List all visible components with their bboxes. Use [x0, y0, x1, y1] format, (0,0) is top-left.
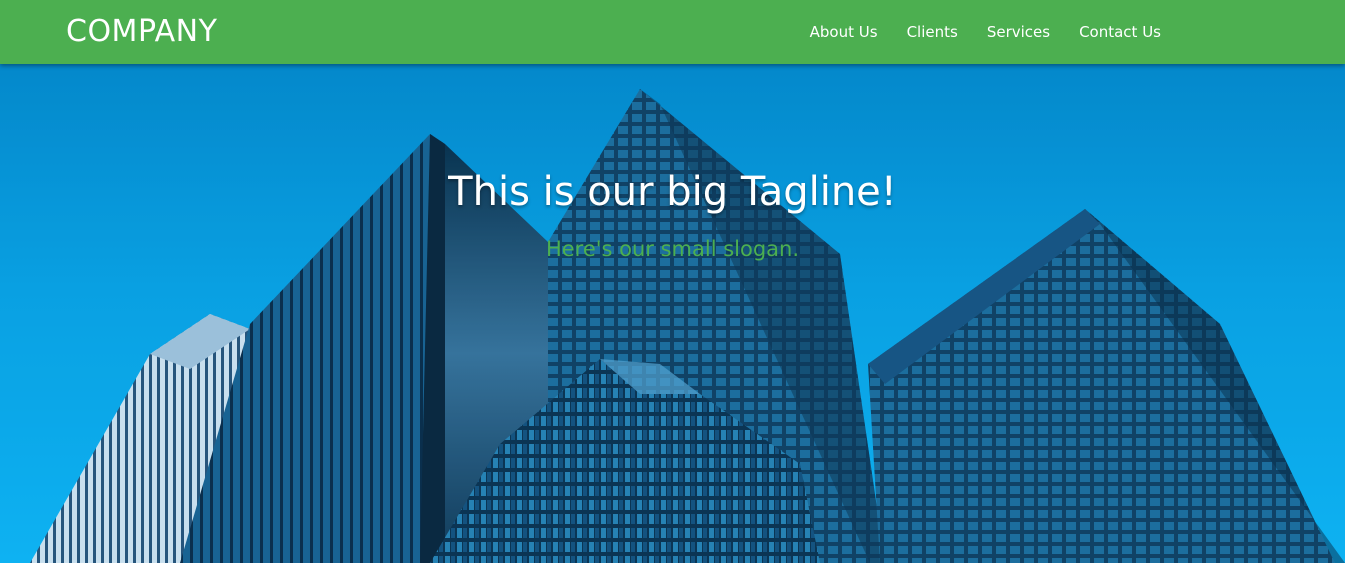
hero-slogan: Here's our small slogan. [545, 237, 800, 261]
hero-tagline: This is our big Tagline! [448, 169, 897, 215]
hero-buildings-image [0, 64, 1345, 563]
nav-link-contact-us[interactable]: Contact Us [1079, 23, 1161, 41]
nav-link-about-us[interactable]: About Us [810, 23, 878, 41]
nav-link-clients[interactable]: Clients [907, 23, 958, 41]
top-navbar: COMPANY About Us Clients Services Contac… [0, 0, 1345, 64]
hero-banner: This is our big Tagline! Here's our smal… [0, 64, 1345, 563]
brand-logo-link[interactable]: COMPANY [66, 13, 217, 51]
nav-menu: About Us Clients Services Contact Us [781, 0, 1161, 64]
nav-link-services[interactable]: Services [987, 23, 1050, 41]
